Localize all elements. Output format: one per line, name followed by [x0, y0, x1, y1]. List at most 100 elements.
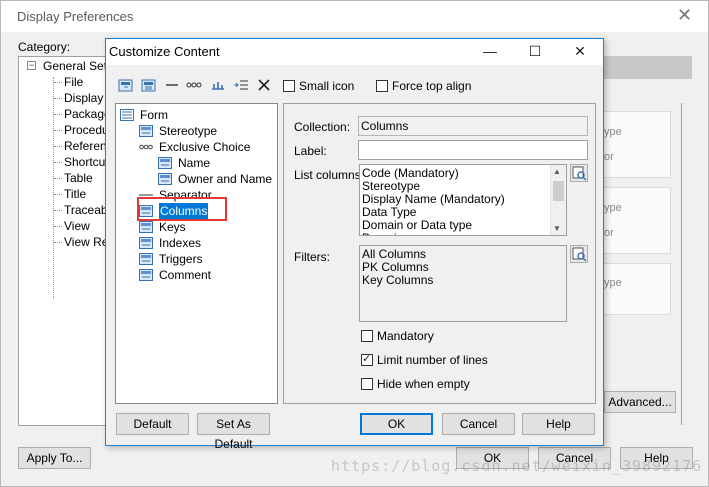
collection-label: Collection:	[294, 120, 351, 134]
window-title: Display Preferences	[17, 9, 134, 24]
faint-text: or	[604, 227, 614, 239]
collapse-icon[interactable]: −	[27, 61, 36, 70]
move-out-icon[interactable]	[233, 77, 249, 93]
small-icon-checkbox[interactable]	[283, 80, 295, 92]
dialog-title-bar: Customize Content — ☐ ✕	[106, 39, 603, 65]
faint-text: or	[604, 151, 614, 163]
filters-label: Filters:	[294, 250, 330, 264]
tree-line	[54, 210, 62, 211]
hide-when-empty-checkbox[interactable]	[361, 378, 373, 390]
tree-item-label: Name	[178, 156, 211, 170]
content-tree[interactable]: Form Stereotype Exclusive Choice Name Owner …	[115, 103, 278, 404]
settings-group-2	[601, 187, 671, 254]
tree-line	[54, 178, 62, 179]
category-tree-item[interactable]: File	[64, 75, 83, 89]
minimize-icon[interactable]: —	[477, 41, 503, 61]
choice-icon	[139, 144, 153, 150]
maximize-icon[interactable]: ☐	[522, 41, 548, 61]
apply-to-button[interactable]: Apply To...	[18, 447, 91, 469]
ok-button[interactable]: OK	[360, 413, 433, 435]
tree-line	[54, 114, 62, 115]
delete-icon[interactable]	[256, 77, 272, 93]
category-label: Category:	[18, 40, 71, 54]
tree-item-label: Indexes	[159, 236, 202, 250]
category-tree-item[interactable]: Package	[64, 107, 111, 121]
scroll-down-icon[interactable]: ▼	[553, 224, 561, 233]
set-as-default-button[interactable]: Set As Default	[197, 413, 270, 451]
tree-item-label: Owner and Name	[178, 172, 273, 186]
tree-item-label: Form	[140, 108, 168, 122]
customize-content-dialog: Customize Content — ☐ ✕ Small icon Force…	[105, 38, 604, 451]
tree-line	[54, 242, 62, 243]
list-columns-scrollbar[interactable]: ▲ ▼	[550, 165, 566, 235]
limit-lines-label: Limit number of lines	[377, 353, 488, 367]
properties-icon	[572, 247, 587, 262]
tree-item-label: Keys	[159, 220, 186, 234]
list-columns-label: List columns:	[294, 168, 365, 182]
tree-line	[54, 130, 62, 131]
tree-item-label: Exclusive Choice	[159, 140, 251, 154]
faint-text: ype	[604, 202, 622, 214]
close-icon[interactable]: ✕	[567, 41, 593, 61]
move-into-icon[interactable]	[210, 77, 226, 93]
list-item[interactable]: Key Columns	[362, 274, 433, 287]
label-input[interactable]	[358, 140, 588, 160]
attribute-icon	[139, 125, 153, 137]
collection-field: Columns	[358, 116, 588, 136]
list-columns-listbox[interactable]: Code (Mandatory) Stereotype Display Name (…	[359, 164, 567, 236]
label-label: Label:	[294, 144, 327, 158]
default-button[interactable]: Default	[116, 413, 189, 435]
category-tree-item[interactable]: Table	[64, 171, 93, 185]
hide-when-empty-label: Hide when empty	[377, 377, 470, 391]
add-exclusive-choice-icon[interactable]	[186, 77, 202, 93]
tree-root-general-settings[interactable]: General Setti	[43, 59, 113, 73]
tree-line	[54, 146, 62, 147]
attribute-icon	[139, 221, 153, 233]
limit-lines-checkbox[interactable]	[361, 352, 373, 366]
attribute-icon	[158, 157, 172, 169]
category-tree-item[interactable]: Shortcut	[64, 155, 109, 169]
attribute-icon	[139, 253, 153, 265]
properties-icon	[572, 166, 587, 181]
list-item[interactable]: Domain	[362, 232, 403, 236]
add-collections-icon[interactable]	[141, 77, 157, 93]
category-tree-item[interactable]: View	[64, 219, 90, 233]
small-icon-label: Small icon	[299, 79, 355, 93]
force-top-align-label: Force top align	[392, 79, 472, 93]
filters-listbox[interactable]: All Columns PK Columns Key Columns	[359, 245, 567, 322]
select-filters-button[interactable]	[570, 245, 588, 263]
attribute-icon	[139, 237, 153, 249]
dialog-title: Customize Content	[109, 44, 220, 59]
tree-line	[54, 162, 62, 163]
select-columns-button[interactable]	[570, 164, 588, 182]
scroll-thumb[interactable]	[553, 181, 564, 201]
tree-line	[54, 82, 62, 83]
attribute-icon	[158, 173, 172, 185]
category-tree-item[interactable]: Title	[64, 187, 86, 201]
advanced-button[interactable]: Advanced...	[604, 391, 676, 413]
mandatory-label: Mandatory	[377, 329, 434, 343]
tree-item-label: Triggers	[159, 252, 203, 266]
add-attributes-icon[interactable]	[118, 77, 134, 93]
settings-group-1	[601, 111, 671, 178]
add-separator-icon[interactable]	[164, 77, 180, 93]
tree-line	[54, 98, 62, 99]
highlight-annotation	[137, 197, 227, 221]
category-tree-item[interactable]: Traceabi	[64, 203, 110, 217]
close-icon[interactable]: ✕	[677, 5, 692, 26]
title-bar: Display Preferences ✕	[1, 1, 708, 32]
tree-line	[54, 194, 62, 195]
panel-header	[604, 56, 692, 79]
tree-line	[54, 226, 62, 227]
faint-text: ype	[604, 277, 622, 289]
faint-text: ype	[604, 126, 622, 138]
form-icon	[120, 109, 134, 121]
tree-line	[53, 77, 54, 299]
force-top-align-checkbox[interactable]	[376, 80, 388, 92]
scroll-up-icon[interactable]: ▲	[553, 167, 561, 176]
mandatory-checkbox[interactable]	[361, 330, 373, 342]
help-button[interactable]: Help	[522, 413, 595, 435]
tree-item-label: Comment	[159, 268, 212, 282]
cancel-button[interactable]: Cancel	[442, 413, 515, 435]
settings-group-3	[601, 263, 671, 315]
